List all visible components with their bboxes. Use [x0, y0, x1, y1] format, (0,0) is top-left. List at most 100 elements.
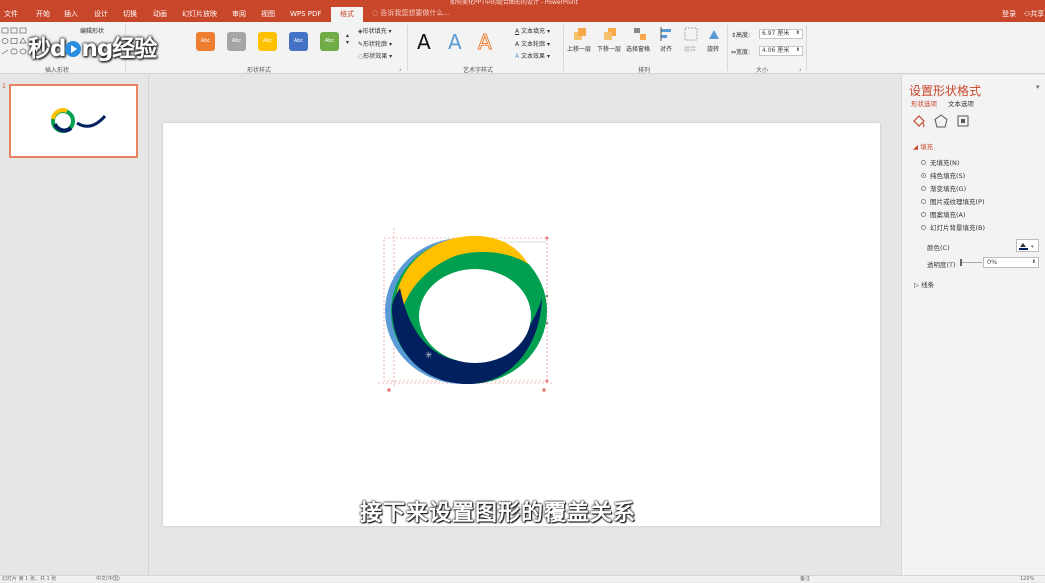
align-icon: [660, 27, 674, 41]
effects-pentagon-icon[interactable]: [934, 114, 948, 128]
shape-effects-button[interactable]: ◌形状效果 ▾: [358, 51, 392, 60]
wordart-black[interactable]: A: [417, 30, 431, 54]
play-icon: [65, 41, 82, 57]
radio-icon: [921, 225, 926, 230]
shape-style-gray[interactable]: Abc: [227, 32, 246, 51]
ribbon: 编辑形状 插入形状 Abc Abc Abc Abc Abc ▴ ▾ ◈形状填充 ▾…: [0, 22, 1045, 74]
video-subtitle: 接下来设置图形的覆盖关系: [360, 501, 637, 526]
spinner-icon: ⬍: [1031, 259, 1036, 265]
rotate-button[interactable]: 旋转: [707, 44, 719, 53]
transparency-input[interactable]: 0% ⬍: [983, 257, 1039, 268]
tell-me-search[interactable]: ◌: [372, 9, 471, 17]
group-icon: [684, 27, 698, 41]
tab-wps-pdf[interactable]: WPS PDF: [290, 9, 321, 19]
shape-fill-button[interactable]: ◈形状填充 ▾: [358, 26, 392, 35]
watermark-logo: 秒d ng经验: [28, 36, 157, 62]
fill-section-header[interactable]: ◢ 填充: [913, 141, 933, 151]
ribbon-tab-bar: 文件 开始 插入 设计 切换 动画 幻灯片放映 审阅 视图 WPS PDF 格式: [0, 6, 1045, 22]
color-picker-button[interactable]: ▾: [1016, 239, 1039, 252]
tab-design[interactable]: 设计: [94, 9, 108, 19]
group-label-arrange: 排列: [638, 67, 651, 74]
shape-style-blue[interactable]: Abc: [289, 32, 308, 51]
group-separator: [727, 25, 728, 71]
width-label: ⇔宽度:: [731, 49, 751, 56]
transparency-slider-thumb[interactable]: [960, 259, 962, 266]
spinner-icon: ⬍: [795, 30, 800, 36]
tab-format[interactable]: 格式: [331, 7, 363, 22]
tab-view[interactable]: 视图: [261, 9, 275, 19]
radio-icon: [921, 160, 926, 165]
size-properties-icon[interactable]: [956, 114, 970, 128]
text-effects-button[interactable]: A 文本效果 ▾: [515, 51, 550, 60]
bring-forward-icon: [573, 27, 587, 41]
radio-gradient-fill[interactable]: 渐变填充(G): [921, 183, 966, 193]
tab-home[interactable]: 开始: [36, 9, 50, 19]
tab-animations[interactable]: 动画: [153, 9, 167, 19]
tab-slideshow[interactable]: 幻灯片放映: [182, 9, 217, 19]
tab-insert[interactable]: 插入: [64, 9, 78, 19]
radio-picture-fill[interactable]: 图片或纹理填充(P): [921, 196, 985, 206]
wordart-orange-outline[interactable]: A: [478, 30, 493, 55]
shape-style-gold[interactable]: Abc: [258, 32, 277, 51]
tab-file[interactable]: 文件: [4, 9, 18, 19]
pane-menu-icon[interactable]: ▾: [1036, 83, 1040, 91]
shape-style-green[interactable]: Abc: [320, 32, 339, 51]
lightbulb-icon: ◌: [372, 9, 379, 17]
size-launcher[interactable]: ⌟: [799, 66, 801, 72]
tab-transitions[interactable]: 切换: [123, 9, 137, 19]
selection-pane-button[interactable]: 选择窗格: [626, 44, 650, 53]
transparency-label: 透明度(T): [927, 261, 956, 269]
radio-icon: [921, 186, 926, 191]
radio-background-fill[interactable]: 幻灯片背景填充(B): [921, 222, 985, 232]
shape-outline-button[interactable]: ✎形状轮廓 ▾: [358, 39, 392, 48]
selection-pane-icon: [633, 27, 647, 41]
radio-icon: [921, 199, 926, 204]
group-button[interactable]: 组合: [684, 44, 696, 53]
ring-shape-group[interactable]: ✳: [370, 228, 560, 398]
spinner-icon: ⬍: [795, 47, 800, 53]
send-backward-button[interactable]: 下移一层: [597, 44, 621, 53]
radio-icon: [921, 212, 926, 217]
svg-text:▾: ▾: [1031, 244, 1034, 250]
paint-bucket-icon: ▾: [1019, 243, 1034, 250]
tab-shape-options[interactable]: 形状选项: [911, 98, 937, 108]
share-button[interactable]: ⚇共享: [1024, 9, 1044, 19]
group-label-insert-shapes: 插入形状: [45, 67, 70, 74]
text-outline-icon: A: [515, 41, 520, 48]
expand-triangle-icon: ▷: [914, 281, 919, 289]
radio-selected-icon: [921, 173, 926, 178]
text-effects-icon: A: [515, 53, 520, 60]
transparency-slider[interactable]: [960, 262, 982, 263]
shape-styles-launcher[interactable]: ⌟: [399, 66, 401, 72]
collapse-triangle-icon: ◢: [913, 143, 918, 151]
color-label: 颜色(C): [927, 244, 950, 252]
tab-text-options[interactable]: 文本选项: [948, 98, 974, 108]
align-button[interactable]: 对齐: [660, 44, 672, 53]
bring-forward-button[interactable]: 上移一层: [567, 44, 591, 53]
radio-solid-fill[interactable]: 纯色填充(S): [921, 170, 965, 180]
slide-number: 1: [2, 83, 6, 90]
status-bar: 幻灯片 第 1 张，共 1 张 中文(中国) 备注 120%: [0, 575, 1045, 582]
send-backward-icon: [603, 27, 617, 41]
slide-thumbnail-1[interactable]: [9, 84, 138, 158]
width-input[interactable]: 4.06 厘米 ⬍: [759, 46, 803, 56]
text-fill-button[interactable]: A 文本填充 ▾: [515, 26, 550, 35]
radio-no-fill[interactable]: 无填充(N): [921, 157, 959, 167]
wordart-blue[interactable]: A: [448, 30, 462, 54]
svg-text:✳: ✳: [425, 351, 433, 361]
text-fill-icon: A: [515, 28, 520, 35]
group-label-size: 大小: [756, 67, 769, 74]
style-gallery-scroll[interactable]: ▴ ▾: [346, 32, 349, 46]
radio-pattern-fill[interactable]: 图案填充(A): [921, 209, 966, 219]
rotate-icon: [707, 27, 721, 41]
thumbnail-preview-icon: [51, 108, 107, 133]
line-section-header[interactable]: ▷ 线条: [914, 279, 934, 289]
search-input[interactable]: [380, 9, 471, 17]
group-separator: [407, 25, 408, 71]
text-outline-button[interactable]: A 文本轮廓 ▾: [515, 39, 550, 48]
tab-review[interactable]: 审阅: [232, 9, 246, 19]
fill-line-icon[interactable]: [912, 114, 926, 128]
shape-style-orange[interactable]: Abc: [196, 32, 215, 51]
login-link[interactable]: 登录: [1002, 9, 1016, 19]
height-input[interactable]: 6.97 厘米 ⬍: [759, 29, 803, 39]
